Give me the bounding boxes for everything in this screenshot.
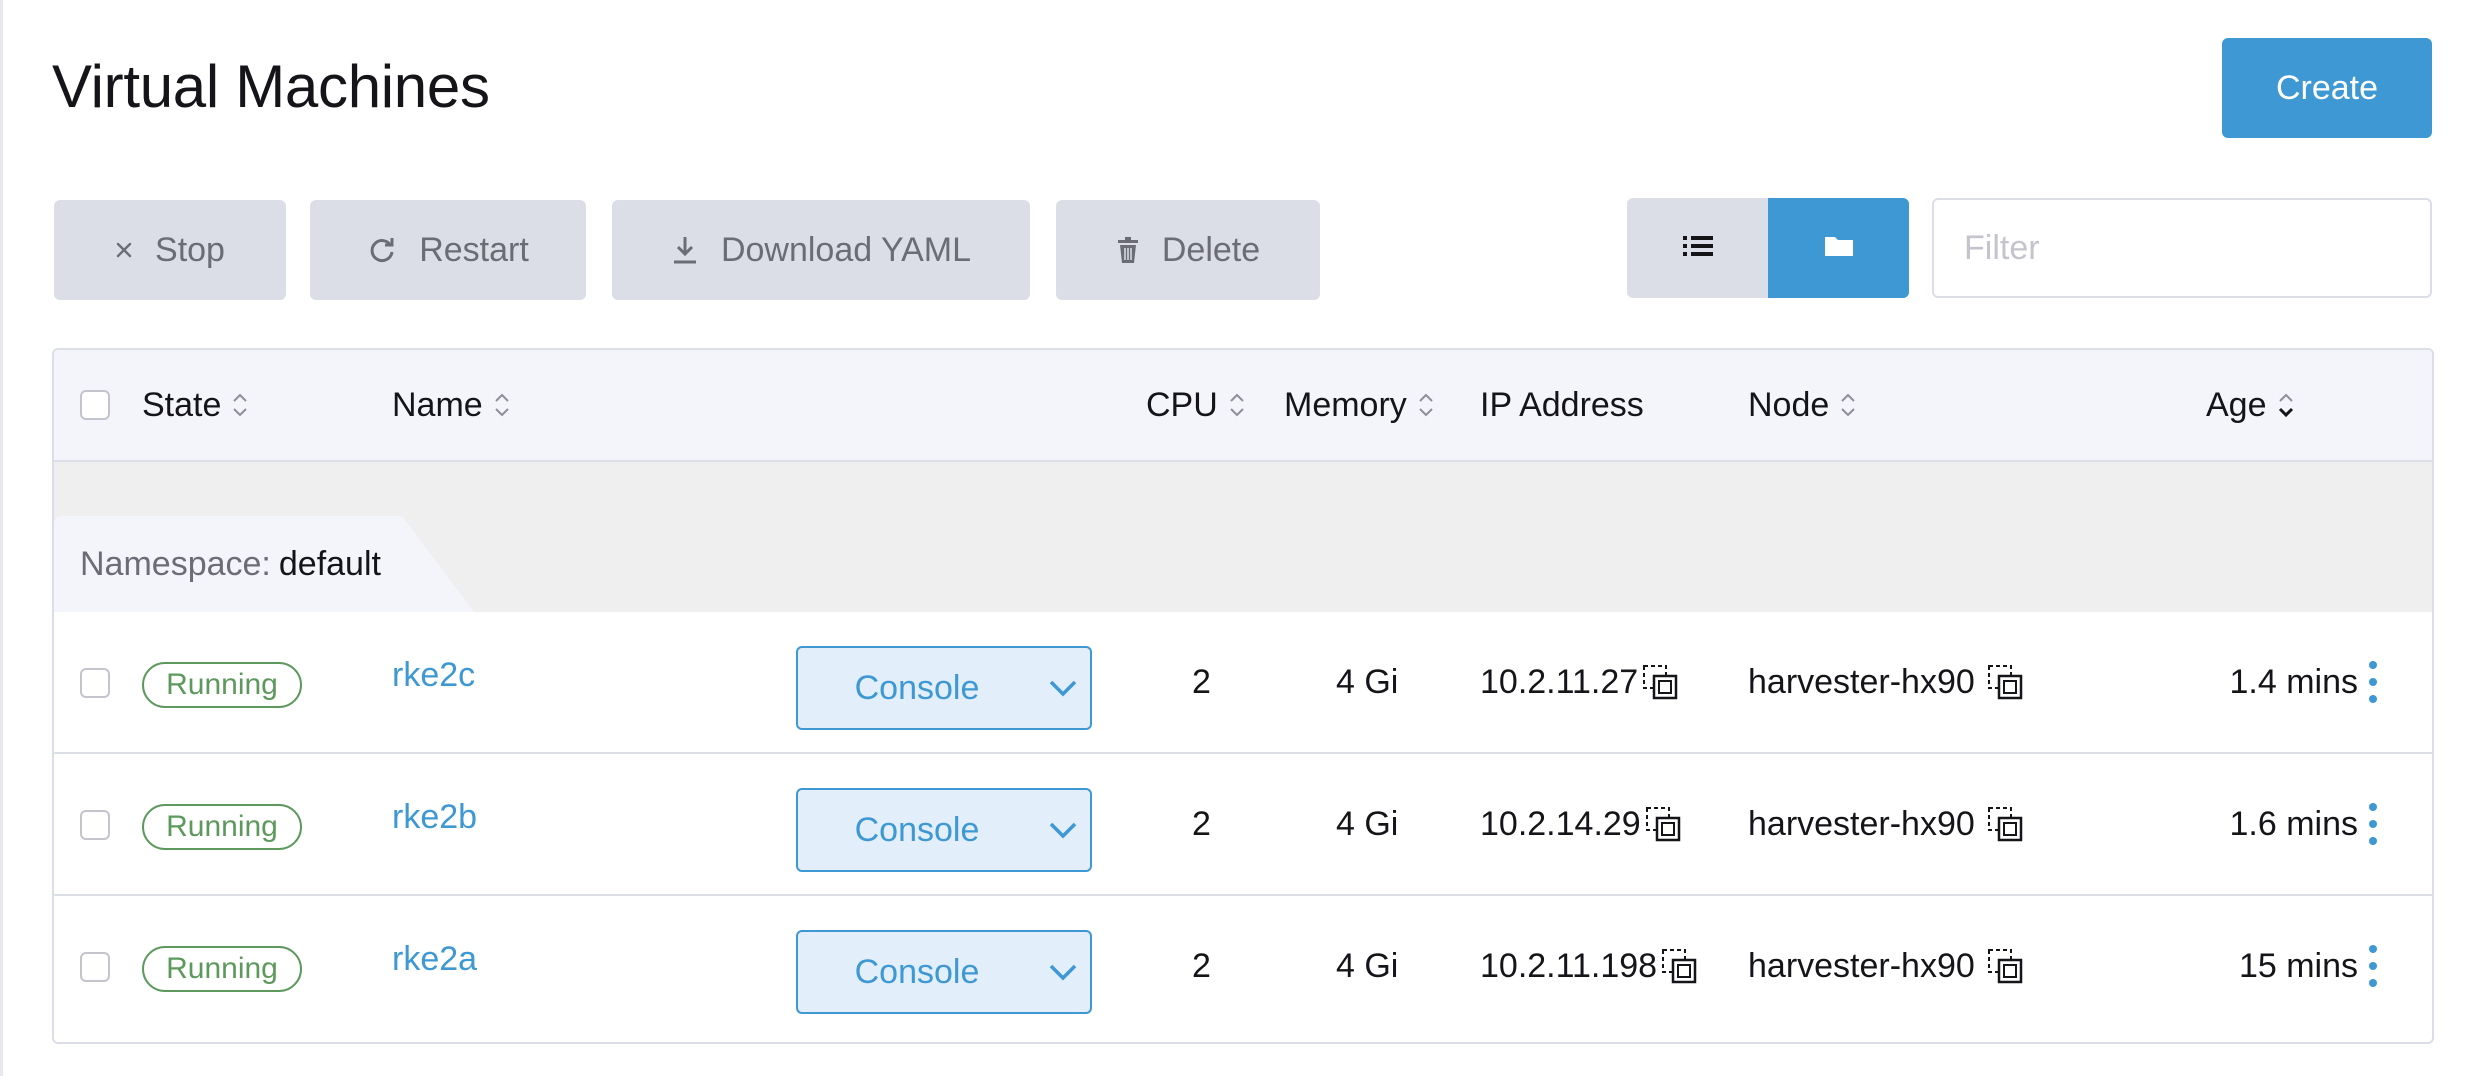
node-value: harvester-hx90 xyxy=(1748,804,1975,843)
refresh-icon xyxy=(367,235,397,265)
more-actions-icon[interactable] xyxy=(2356,612,2390,752)
group-label: Namespace: default xyxy=(80,516,381,612)
chevron-down-icon[interactable] xyxy=(1036,679,1090,697)
copy-icon[interactable] xyxy=(1987,948,2025,984)
folder-view-button[interactable] xyxy=(1768,198,1909,298)
select-all-checkbox[interactable] xyxy=(80,390,110,420)
console-button[interactable]: Console xyxy=(796,788,1092,872)
stop-button[interactable]: Stop xyxy=(54,200,286,300)
ip-address-value: 10.2.14.29 xyxy=(1480,804,1641,843)
more-actions-icon[interactable] xyxy=(2356,896,2390,1036)
column-ip-address: IP Address xyxy=(1480,350,1644,460)
page-title: Virtual Machines xyxy=(52,53,490,120)
memory-value: 4 Gi xyxy=(1336,804,1399,843)
sort-icon xyxy=(1417,390,1435,420)
copy-icon[interactable] xyxy=(1661,948,1699,984)
ip-address-cell: 10.2.14.29 xyxy=(1480,754,1683,894)
table-row: Running rke2a Console 2 4 Gi 10.2.11.198… xyxy=(54,896,2432,1038)
age-value: 1.6 mins xyxy=(2229,804,2359,843)
group-label-value: default xyxy=(278,544,381,583)
column-name[interactable]: Name xyxy=(392,350,511,460)
chevron-down-icon[interactable] xyxy=(1036,821,1090,839)
column-age[interactable]: Age xyxy=(2206,350,2295,460)
ip-address-value: 10.2.11.27 xyxy=(1480,662,1639,701)
column-state-label: State xyxy=(142,385,222,424)
sort-desc-icon xyxy=(2277,390,2295,420)
column-node-label: Node xyxy=(1748,385,1830,424)
node-cell: harvester-hx90 xyxy=(1748,612,2025,752)
cpu-value: 2 xyxy=(1192,662,1211,701)
copy-icon[interactable] xyxy=(1645,806,1683,842)
column-cpu-label: CPU xyxy=(1146,385,1218,424)
console-button[interactable]: Console xyxy=(796,930,1092,1014)
table-header: State Name CPU Memory IP Address Node Ag… xyxy=(54,350,2432,462)
row-checkbox[interactable] xyxy=(80,668,110,698)
node-cell: harvester-hx90 xyxy=(1748,754,2025,894)
age-value: 15 mins xyxy=(2238,946,2358,985)
node-value: harvester-hx90 xyxy=(1748,662,1975,701)
sort-icon xyxy=(1839,390,1857,420)
status-badge: Running xyxy=(142,662,302,708)
vm-name-link[interactable]: rke2a xyxy=(392,896,477,1036)
age-value: 1.4 mins xyxy=(2229,662,2359,701)
console-button-label: Console xyxy=(854,952,980,991)
node-value: harvester-hx90 xyxy=(1748,946,1975,985)
status-badge: Running xyxy=(142,946,302,992)
delete-button[interactable]: Delete xyxy=(1056,200,1320,300)
console-button-label: Console xyxy=(854,668,980,707)
node-cell: harvester-hx90 xyxy=(1748,896,2025,1036)
folder-view-icon xyxy=(1824,234,1854,263)
vm-table: State Name CPU Memory IP Address Node Ag… xyxy=(52,348,2434,1044)
create-button[interactable]: Create xyxy=(2222,38,2432,138)
ip-address-cell: 10.2.11.27 xyxy=(1480,612,1680,752)
copy-icon[interactable] xyxy=(1642,664,1680,700)
view-toggle xyxy=(1627,198,1909,298)
column-state[interactable]: State xyxy=(142,350,249,460)
table-row: Running rke2c Console 2 4 Gi 10.2.11.27 … xyxy=(54,612,2432,754)
trash-icon xyxy=(1116,236,1140,264)
console-button-label: Console xyxy=(854,810,980,849)
row-checkbox[interactable] xyxy=(80,952,110,982)
column-memory[interactable]: Memory xyxy=(1284,350,1435,460)
memory-value: 4 Gi xyxy=(1336,662,1399,701)
page-left-border xyxy=(0,0,3,1076)
copy-icon[interactable] xyxy=(1987,806,2025,842)
copy-icon[interactable] xyxy=(1987,664,2025,700)
list-view-button[interactable] xyxy=(1627,198,1768,298)
ip-address-value: 10.2.11.198 xyxy=(1480,946,1658,985)
ip-address-cell: 10.2.11.198 xyxy=(1480,896,1699,1036)
restart-button-label: Restart xyxy=(419,230,529,269)
sort-icon xyxy=(231,390,249,420)
column-age-label: Age xyxy=(2206,385,2267,424)
row-checkbox[interactable] xyxy=(80,810,110,840)
table-row: Running rke2b Console 2 4 Gi 10.2.14.29 … xyxy=(54,754,2432,896)
status-badge: Running xyxy=(142,804,302,850)
download-icon xyxy=(671,235,699,265)
download-yaml-button[interactable]: Download YAML xyxy=(612,200,1030,300)
filter-input[interactable] xyxy=(1932,198,2432,298)
stop-button-label: Stop xyxy=(155,230,225,269)
column-name-label: Name xyxy=(392,385,483,424)
chevron-down-icon[interactable] xyxy=(1036,963,1090,981)
vm-name-link[interactable]: rke2c xyxy=(392,612,475,752)
group-label-key: Namespace: xyxy=(80,544,271,583)
memory-value: 4 Gi xyxy=(1336,946,1399,985)
close-icon xyxy=(115,241,133,259)
column-cpu[interactable]: CPU xyxy=(1146,350,1246,460)
delete-button-label: Delete xyxy=(1161,230,1261,269)
cpu-value: 2 xyxy=(1192,804,1211,843)
cpu-value: 2 xyxy=(1192,946,1211,985)
list-view-icon xyxy=(1682,234,1713,263)
sort-icon xyxy=(493,390,511,420)
vm-name-link[interactable]: rke2b xyxy=(392,754,477,894)
download-yaml-button-label: Download YAML xyxy=(720,230,972,269)
sort-icon xyxy=(1228,390,1246,420)
restart-button[interactable]: Restart xyxy=(310,200,586,300)
console-button[interactable]: Console xyxy=(796,646,1092,730)
column-memory-label: Memory xyxy=(1284,385,1407,424)
column-node[interactable]: Node xyxy=(1748,350,1857,460)
column-ip-label: IP Address xyxy=(1480,385,1644,424)
more-actions-icon[interactable] xyxy=(2356,754,2390,894)
